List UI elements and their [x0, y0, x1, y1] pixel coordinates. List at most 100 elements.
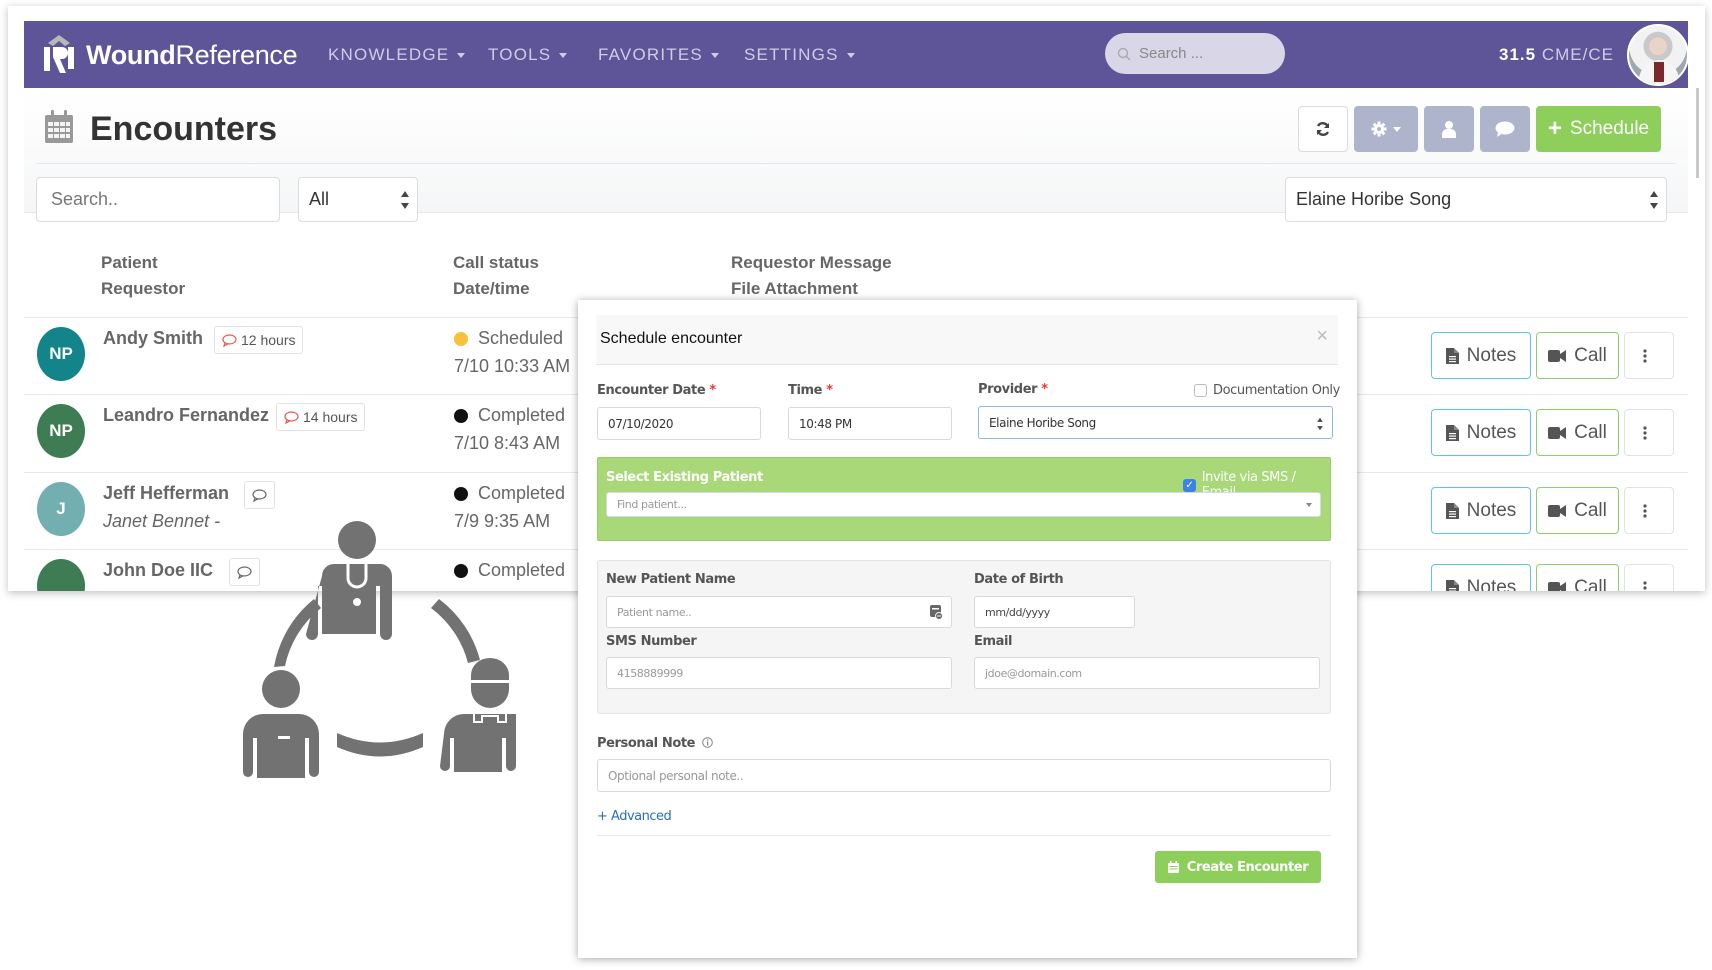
call-status: Scheduled [454, 328, 563, 349]
refresh-button[interactable] [1298, 106, 1348, 152]
sms-number-label: SMS Number [606, 634, 697, 649]
page-header: Encounters +Schedule All Elaine Horibe S… [24, 88, 1688, 222]
column-header-patient: Patient Requestor [101, 253, 186, 298]
time-field[interactable]: 10:48 PM [788, 407, 952, 440]
status-filter-select[interactable]: All [298, 177, 418, 222]
encounter-date-field[interactable]: 07/10/2020 [597, 407, 761, 440]
select-arrows-icon [1650, 191, 1658, 209]
more-options-button[interactable] [1624, 487, 1674, 534]
select-existing-patient-label: Select Existing Patient [606, 470, 763, 485]
caret-down-icon [1393, 126, 1401, 132]
care-team-icon [243, 521, 516, 778]
nav-settings[interactable]: SETTINGS [744, 45, 855, 65]
encounter-search-input[interactable] [36, 177, 280, 222]
encounter-date-label: Encounter Date * [597, 383, 716, 398]
personal-note-textarea[interactable]: Optional personal note.. [597, 759, 1331, 792]
schedule-button[interactable]: + Schedule [1536, 106, 1661, 152]
patient-avatar [37, 559, 85, 591]
provider-filter-select[interactable]: Elaine Horibe Song [1285, 177, 1667, 222]
video-camera-icon [1548, 504, 1567, 517]
email-field[interactable]: jdoe@domain.com [974, 657, 1320, 689]
select-arrows-icon [1317, 417, 1323, 431]
documentation-only-checkbox[interactable]: Documentation Only [1194, 383, 1340, 398]
provider-select[interactable]: Elaine Horibe Song [978, 406, 1333, 439]
plus-icon: + [1547, 115, 1562, 142]
chat-button[interactable] [1480, 106, 1530, 152]
brand-name: WoundReference [86, 39, 298, 70]
comment-icon [222, 333, 237, 347]
page-title: Encounters [90, 110, 278, 148]
patient-name[interactable]: Andy Smith [103, 328, 203, 349]
caret-down-icon [846, 53, 855, 59]
vertical-ellipsis-icon [1643, 503, 1647, 518]
call-status: Completed [454, 405, 565, 426]
checkbox-checked-icon: ✓ [1183, 478, 1196, 492]
global-search [1105, 33, 1285, 74]
logo-mark-icon [44, 35, 74, 73]
patient-name[interactable]: Jeff Hefferman [103, 483, 229, 504]
more-options-button[interactable] [1624, 332, 1674, 379]
call-status: Completed [454, 483, 565, 504]
notes-button[interactable]: Notes [1431, 564, 1531, 591]
document-icon [1445, 347, 1459, 364]
new-patient-panel: New Patient Name Patient name.. Date of … [597, 560, 1331, 714]
select-arrows-icon [401, 191, 409, 209]
user-icon [1442, 121, 1456, 138]
gear-icon [1371, 121, 1387, 137]
user-button[interactable] [1424, 106, 1474, 152]
video-call-button[interactable]: Call [1536, 409, 1619, 456]
find-patient-select[interactable]: Find patient... [606, 492, 1321, 517]
notes-button[interactable]: Notes [1431, 487, 1531, 534]
video-camera-icon [1548, 581, 1567, 591]
more-options-button[interactable] [1624, 564, 1674, 591]
caret-down-icon [710, 53, 719, 59]
modal-divider [597, 835, 1331, 836]
info-icon [702, 737, 714, 748]
date-of-birth-field[interactable]: mm/dd/yyyy [974, 596, 1135, 628]
contact-card-icon [930, 605, 943, 620]
patient-name[interactable]: Leandro Fernandez [103, 405, 269, 426]
patient-name[interactable]: John Doe IIC [103, 560, 213, 581]
calendar-icon [1167, 861, 1179, 873]
document-icon [1445, 579, 1459, 591]
cme-credits: 31.5 CME/CE [1499, 45, 1614, 64]
caret-down-icon [1306, 503, 1312, 507]
nav-knowledge[interactable]: KNOWLEDGE [328, 45, 466, 65]
encounter-datetime: 7/10 8:43 AM [454, 433, 561, 453]
status-dot-icon [454, 486, 468, 501]
patient-avatar: NP [37, 327, 85, 381]
create-encounter-button[interactable]: Create Encounter [1155, 851, 1321, 883]
woundreference-logo[interactable]: WoundReference [42, 35, 298, 75]
scrollbar[interactable] [1696, 88, 1699, 178]
close-icon[interactable]: × [1316, 325, 1328, 348]
column-header-requestor-message: Requestor Message File Attachment [731, 253, 892, 298]
advanced-options-link[interactable]: + Advanced [597, 809, 672, 824]
message-badge[interactable]: 12 hours [214, 326, 304, 354]
encounter-datetime: 7/10 10:33 AM [454, 356, 571, 376]
more-options-button[interactable] [1624, 409, 1674, 456]
provider-label: Provider * [978, 382, 1048, 397]
comment-icon [252, 488, 267, 502]
search-icon [1117, 47, 1131, 60]
nav-favorites[interactable]: FAVORITES [598, 45, 719, 65]
nav-tools[interactable]: TOOLS [488, 45, 568, 65]
caret-down-icon [457, 53, 466, 59]
user-avatar[interactable] [1627, 24, 1689, 86]
date-of-birth-label: Date of Birth [974, 572, 1064, 587]
patient-avatar: NP [37, 404, 85, 458]
video-call-button[interactable]: Call [1536, 564, 1619, 591]
patient-avatar: J [37, 482, 85, 536]
notes-button[interactable]: Notes [1431, 332, 1531, 379]
patient-name-field[interactable]: Patient name.. [606, 596, 952, 628]
sms-number-field[interactable]: 4158889999 [606, 657, 952, 689]
chat-bubble-icon [1495, 121, 1515, 137]
global-search-input[interactable] [1139, 45, 1269, 62]
notes-button[interactable]: Notes [1431, 409, 1531, 456]
video-camera-icon [1548, 426, 1567, 439]
message-badge[interactable]: 14 hours [276, 403, 366, 431]
checkbox-unchecked-icon [1194, 384, 1207, 397]
video-call-button[interactable]: Call [1536, 332, 1619, 379]
settings-dropdown-button[interactable] [1354, 106, 1418, 152]
video-call-button[interactable]: Call [1536, 487, 1619, 534]
email-label: Email [974, 634, 1013, 649]
